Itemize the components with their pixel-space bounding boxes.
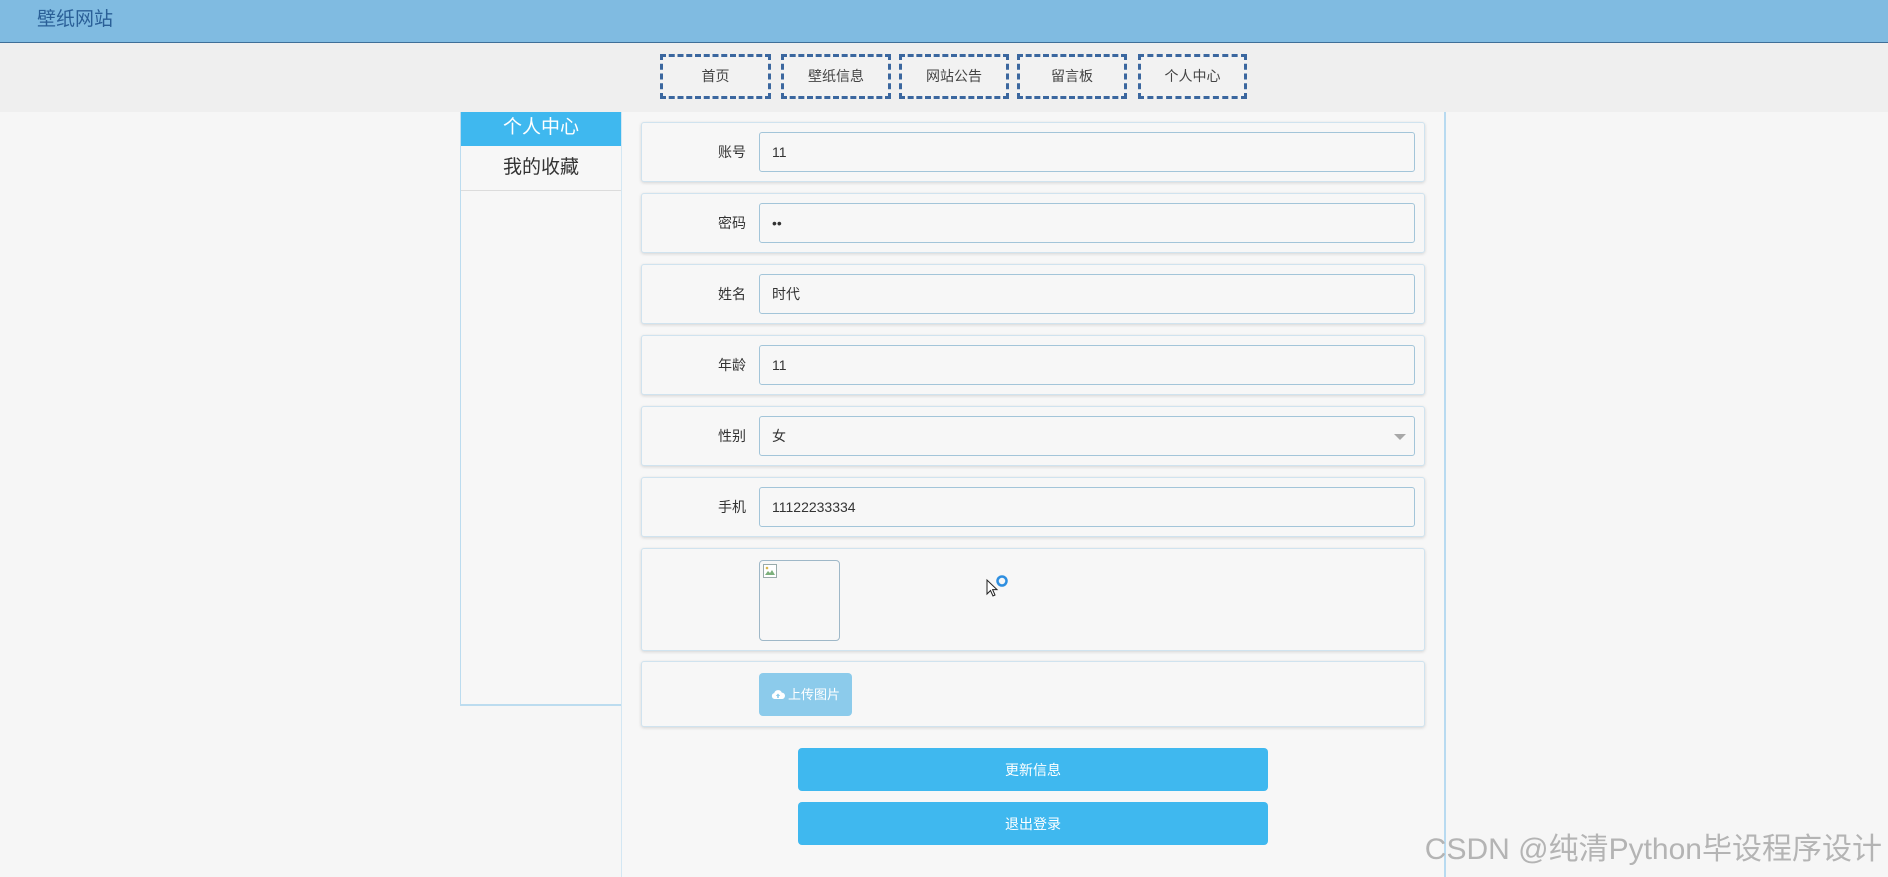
password-input[interactable] — [759, 203, 1415, 243]
site-title: 壁纸网站 — [37, 9, 114, 30]
gender-label: 性别 — [718, 428, 746, 444]
form-row-upload: 上传图片 — [641, 661, 1425, 727]
sidebar-item-personal-center[interactable]: 个人中心 — [461, 112, 621, 146]
sidebar: 个人中心 我的收藏 — [460, 112, 621, 706]
top-header: 壁纸网站 — [0, 0, 1888, 43]
form-row-name: 姓名 — [641, 264, 1425, 324]
phone-input[interactable] — [759, 487, 1415, 527]
logout-button[interactable]: 退出登录 — [798, 802, 1268, 845]
account-input[interactable] — [759, 132, 1415, 172]
form-row-phone: 手机 — [641, 477, 1425, 537]
avatar-image — [759, 560, 840, 641]
nav-item-personal-center[interactable]: 个人中心 — [1138, 54, 1247, 99]
nav-item-announcements[interactable]: 网站公告 — [899, 54, 1009, 99]
main-nav: 首页 壁纸信息 网站公告 留言板 个人中心 — [0, 43, 1888, 112]
upload-image-button[interactable]: 上传图片 — [759, 673, 852, 716]
nav-item-home[interactable]: 首页 — [660, 54, 771, 99]
broken-image-icon — [763, 564, 777, 578]
form-row-gender: 性别 女 — [641, 406, 1425, 466]
nav-item-message-board[interactable]: 留言板 — [1017, 54, 1127, 99]
age-input[interactable] — [759, 345, 1415, 385]
name-label: 姓名 — [718, 286, 746, 302]
form-row-age: 年龄 — [641, 335, 1425, 395]
upload-image-label: 上传图片 — [787, 687, 840, 702]
update-info-button[interactable]: 更新信息 — [798, 748, 1268, 791]
sidebar-item-favorites[interactable]: 我的收藏 — [461, 146, 621, 191]
age-label: 年龄 — [718, 357, 746, 373]
nav-item-wallpapers[interactable]: 壁纸信息 — [781, 54, 891, 99]
form-row-account: 账号 — [641, 122, 1425, 182]
account-label: 账号 — [718, 144, 746, 160]
gender-select[interactable]: 女 — [759, 416, 1415, 456]
form-row-avatar — [641, 548, 1425, 651]
password-label: 密码 — [718, 215, 746, 231]
cloud-upload-icon — [771, 690, 785, 699]
phone-label: 手机 — [718, 499, 746, 515]
name-input[interactable] — [759, 274, 1415, 314]
form-row-password: 密码 — [641, 193, 1425, 253]
busy-cursor-icon — [986, 575, 1008, 597]
csdn-watermark: CSDN @纯清Python毕设程序设计 — [1424, 833, 1882, 866]
